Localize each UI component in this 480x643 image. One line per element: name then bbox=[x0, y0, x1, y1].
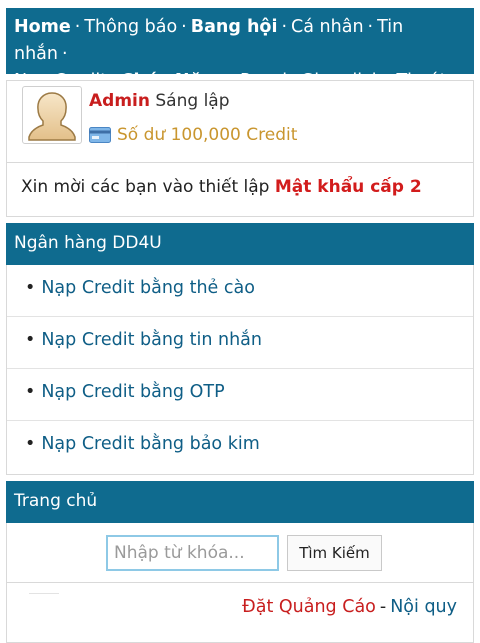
list-item[interactable]: • Nạp Credit bằng OTP bbox=[7, 369, 473, 421]
balance-text: Số dư 100,000 Credit bbox=[117, 125, 298, 145]
list-item[interactable]: • Nạp Credit bằng tin nhắn bbox=[7, 317, 473, 369]
nav-separator: · bbox=[367, 17, 374, 37]
home-section-header: Trang chủ bbox=[6, 481, 474, 523]
search-area: Tìm Kiếm bbox=[6, 523, 474, 583]
page: Home · Thông báo · Bang hội · Cá nhân · Tin nhắn… bbox=[0, 0, 480, 643]
credit-card-icon bbox=[89, 127, 111, 143]
search-input[interactable] bbox=[106, 535, 279, 571]
user-role: Sáng lập bbox=[155, 91, 230, 111]
bank-list: • Nạp Credit bằng thẻ cào • Nạp Credit bằn… bbox=[6, 265, 474, 475]
user-name[interactable]: Admin bbox=[89, 91, 150, 111]
advertise-link[interactable]: Đặt Quảng Cáo bbox=[242, 597, 376, 617]
nav-separator: · bbox=[62, 44, 68, 64]
list-item[interactable]: • Nạp Credit bằng bảo kim bbox=[7, 421, 473, 473]
home-title[interactable]: Trang chủ bbox=[14, 491, 97, 511]
bullet-icon: • bbox=[25, 330, 36, 350]
bullet-icon: • bbox=[25, 278, 36, 298]
user-avatar-icon[interactable] bbox=[22, 86, 82, 144]
security-notice: Xin mời các bạn vào thiết lập Mật khẩu c… bbox=[6, 162, 474, 217]
user-name-row: Admin Sáng lập bbox=[89, 91, 230, 111]
nav-profile[interactable]: Cá nhân bbox=[291, 17, 364, 37]
user-info-box: Admin Sáng lập Số dư 100,000 Credit bbox=[6, 80, 474, 162]
rules-link[interactable]: Nội quy bbox=[390, 597, 457, 617]
footer: Đặt Quảng Cáo - Nội quy bbox=[6, 583, 474, 643]
nav-separator: · bbox=[181, 17, 187, 37]
list-item[interactable]: • Nạp Credit bằng thẻ cào bbox=[7, 265, 473, 317]
bullet-icon: • bbox=[25, 434, 36, 454]
user-silhouette-icon bbox=[28, 92, 76, 141]
bank-title: Ngân hàng DD4U bbox=[14, 233, 162, 253]
divider bbox=[29, 593, 59, 594]
bullet-icon: • bbox=[25, 382, 36, 402]
nav-home[interactable]: Home bbox=[14, 17, 71, 37]
search-button[interactable]: Tìm Kiếm bbox=[287, 535, 382, 571]
topup-baokim-link[interactable]: Nạp Credit bằng bảo kim bbox=[41, 434, 259, 454]
nav-guild[interactable]: Bang hội bbox=[191, 17, 278, 37]
notice-text: Xin mời các bạn vào thiết lập bbox=[21, 177, 275, 197]
level2-password-link[interactable]: Mật khẩu cấp 2 bbox=[275, 177, 422, 197]
top-navigation: Home · Thông báo · Bang hội · Cá nhân · Tin nhắn… bbox=[6, 8, 474, 91]
bank-section-header: Ngân hàng DD4U bbox=[6, 223, 474, 265]
topup-card-link[interactable]: Nạp Credit bằng thẻ cào bbox=[41, 278, 255, 298]
link-separator: - bbox=[379, 597, 387, 617]
balance-row: Số dư 100,000 Credit bbox=[89, 125, 297, 145]
topup-sms-link[interactable]: Nạp Credit bằng tin nhắn bbox=[41, 330, 262, 350]
nav-separator: · bbox=[74, 17, 81, 37]
nav-announcements[interactable]: Thông báo bbox=[84, 17, 177, 37]
topup-otp-link[interactable]: Nạp Credit bằng OTP bbox=[41, 382, 224, 402]
nav-separator: · bbox=[281, 17, 288, 37]
footer-links: Đặt Quảng Cáo - Nội quy bbox=[242, 597, 457, 617]
